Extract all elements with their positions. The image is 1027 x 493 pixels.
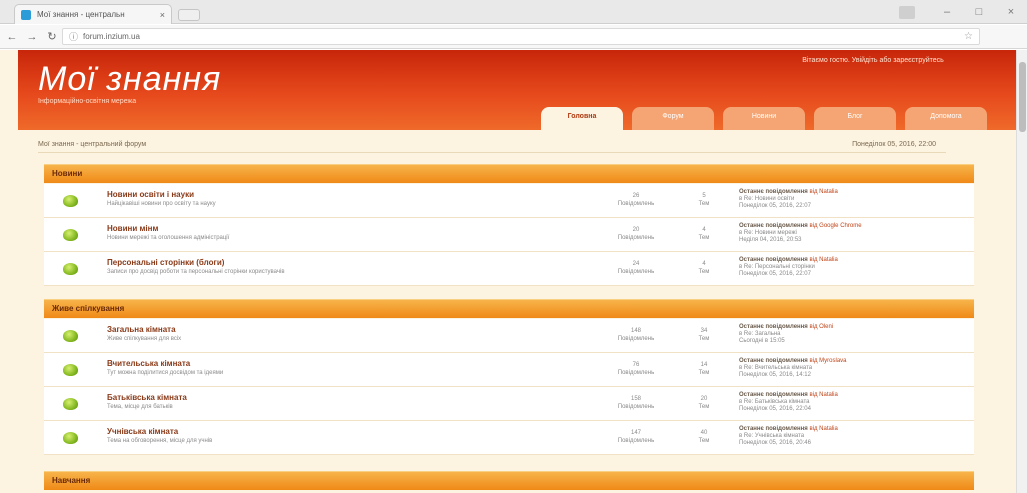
forum-description: Найцікавіші новини про освіту та науку <box>107 201 216 207</box>
forum-description: Живе спілкування для всіх <box>107 336 182 342</box>
post-count: 24 Повідомлень <box>617 261 655 275</box>
browser-tabbar: Мої знання - центральн × – □ × <box>0 0 1027 24</box>
forum-status-icon <box>63 195 78 207</box>
last-post-info[interactable]: Останнє повідомлення від Natalia в Re: Но… <box>739 189 929 210</box>
nav-tab-forum[interactable]: Форум <box>632 107 714 130</box>
tab-title: Мої знання - центральн <box>37 10 125 19</box>
post-count: 76 Повідомлень <box>617 362 655 376</box>
forum-title[interactable]: Новини мінм <box>107 224 158 233</box>
nav-tab-home[interactable]: Головна <box>541 107 623 130</box>
welcome-message[interactable]: Вітаємо гостю. Увійдіть або зареєструйте… <box>758 56 988 66</box>
maximize-button[interactable]: □ <box>963 6 995 18</box>
forum-status-icon <box>63 432 78 444</box>
forum-row[interactable]: Вчительська кімната Тут можна поділитися… <box>44 353 974 387</box>
address-bar[interactable]: ⓘ forum.inzium.ua ☆ <box>62 28 980 45</box>
forum-title[interactable]: Персональні сторінки (блоги) <box>107 258 224 267</box>
topic-count: 5 Тем <box>698 193 710 207</box>
forum-status-icon <box>63 229 78 241</box>
browser-tab[interactable]: Мої знання - центральн × <box>14 4 172 24</box>
close-window-button[interactable]: × <box>995 6 1027 18</box>
forum-title[interactable]: Новини освіти і науки <box>107 190 194 199</box>
forum-description: Тут можна поділитися досвідом та ідеями <box>107 370 224 376</box>
site-header: Мої знання Інформаційно-освітня мережа В… <box>18 50 1016 130</box>
browser-toolbar: ← → ↻ ⓘ forum.inzium.ua ☆ ⋮ <box>0 25 1027 66</box>
topic-count: 34 Тем <box>698 328 710 342</box>
window-controls: – □ × <box>931 0 1027 24</box>
info-icon[interactable]: ⓘ <box>69 30 78 43</box>
category-header-news[interactable]: Новини <box>44 164 974 183</box>
forum-row[interactable]: Батьківська кімната Тема, місце для бать… <box>44 387 974 421</box>
category-title: Новини <box>52 169 83 178</box>
site-title[interactable]: Мої знання <box>38 60 221 99</box>
bookmark-star-icon[interactable]: ☆ <box>964 31 973 42</box>
back-icon[interactable]: ← <box>4 31 20 43</box>
forward-icon[interactable]: → <box>24 31 40 43</box>
topic-count: 40 Тем <box>698 430 710 444</box>
tab-close-button[interactable]: × <box>160 10 165 20</box>
forum-row[interactable]: Загальна кімната Живе спілкування для вс… <box>44 319 974 353</box>
forum-row[interactable]: Новини освіти і науки Найцікавіші новини… <box>44 184 974 218</box>
topic-count: 4 Тем <box>698 261 710 275</box>
scrollbar-thumb[interactable] <box>1019 62 1026 132</box>
last-post-info[interactable]: Останнє повідомлення від Natalia в Re: Уч… <box>739 426 929 447</box>
forum-status-icon <box>63 263 78 275</box>
site-description: Інформаційно-освітня мережа <box>38 98 137 105</box>
forum-description: Тема на обговорення, місце для учнів <box>107 438 213 444</box>
category-title: Живе спілкування <box>52 304 125 313</box>
forum-title[interactable]: Вчительська кімната <box>107 359 190 368</box>
post-count: 148 Повідомлень <box>617 328 655 342</box>
last-post-info[interactable]: Останнє повідомлення від Natalia в Re: Ба… <box>739 392 929 413</box>
reload-icon[interactable]: ↻ <box>44 30 60 43</box>
breadcrumb-bar: Мої знання - центральний форум Понеділок… <box>38 140 946 153</box>
forum-row[interactable]: Новини мінм Новини мережі та оголошення … <box>44 218 974 252</box>
forum-status-icon <box>63 330 78 342</box>
forum-status-icon <box>63 398 78 410</box>
nav-tab-news[interactable]: Новини <box>723 107 805 130</box>
page-scrollbar[interactable] <box>1016 50 1027 493</box>
nav-tab-blog[interactable]: Блог <box>814 107 896 130</box>
minimize-button[interactable]: – <box>931 6 963 18</box>
forum-page: Мої знання Інформаційно-освітня мережа В… <box>0 50 1016 493</box>
last-post-info[interactable]: Останнє повідомлення від Oleni в Re: Зага… <box>739 324 929 345</box>
category-header-learning[interactable]: Навчання <box>44 471 974 490</box>
url-text: forum.inzium.ua <box>83 32 140 41</box>
forum-title[interactable]: Загальна кімната <box>107 325 176 334</box>
forum-title[interactable]: Батьківська кімната <box>107 393 187 402</box>
last-post-info[interactable]: Останнє повідомлення від Google Chrome в … <box>739 223 929 244</box>
favicon-icon <box>21 9 31 20</box>
post-count: 26 Повідомлень <box>617 193 655 207</box>
topic-count: 14 Тем <box>698 362 710 376</box>
breadcrumb[interactable]: Мої знання - центральний форум <box>38 141 146 148</box>
category-header-chat[interactable]: Живе спілкування <box>44 299 974 318</box>
forum-description: Записи про досвід роботи та персональні … <box>107 269 285 275</box>
user-profile-icon[interactable] <box>899 6 915 19</box>
forum-description: Тема, місце для батьків <box>107 404 173 410</box>
post-count: 20 Повідомлень <box>617 227 655 241</box>
last-post-info[interactable]: Останнє повідомлення від Myroslava в Re: … <box>739 358 929 379</box>
category-title: Навчання <box>52 476 91 485</box>
topic-count: 20 Тем <box>698 396 710 410</box>
forum-description: Новини мережі та оголошення адміністраці… <box>107 235 230 241</box>
post-count: 158 Повідомлень <box>617 396 655 410</box>
last-post-info[interactable]: Останнє повідомлення від Natalia в Re: Пе… <box>739 257 929 278</box>
main-navigation: Головна Форум Новини Блог Допомога <box>541 107 987 130</box>
forum-status-icon <box>63 364 78 376</box>
topic-count: 4 Тем <box>698 227 710 241</box>
post-count: 147 Повідомлень <box>617 430 655 444</box>
forum-row[interactable]: Персональні сторінки (блоги) Записи про … <box>44 252 974 286</box>
new-tab-button[interactable] <box>178 9 200 21</box>
forum-title[interactable]: Учнівська кімната <box>107 427 178 436</box>
nav-tab-help[interactable]: Допомога <box>905 107 987 130</box>
current-datetime: Понеділок 05, 2016, 22:00 <box>852 141 936 148</box>
forum-row[interactable]: Учнівська кімната Тема на обговорення, м… <box>44 421 974 455</box>
